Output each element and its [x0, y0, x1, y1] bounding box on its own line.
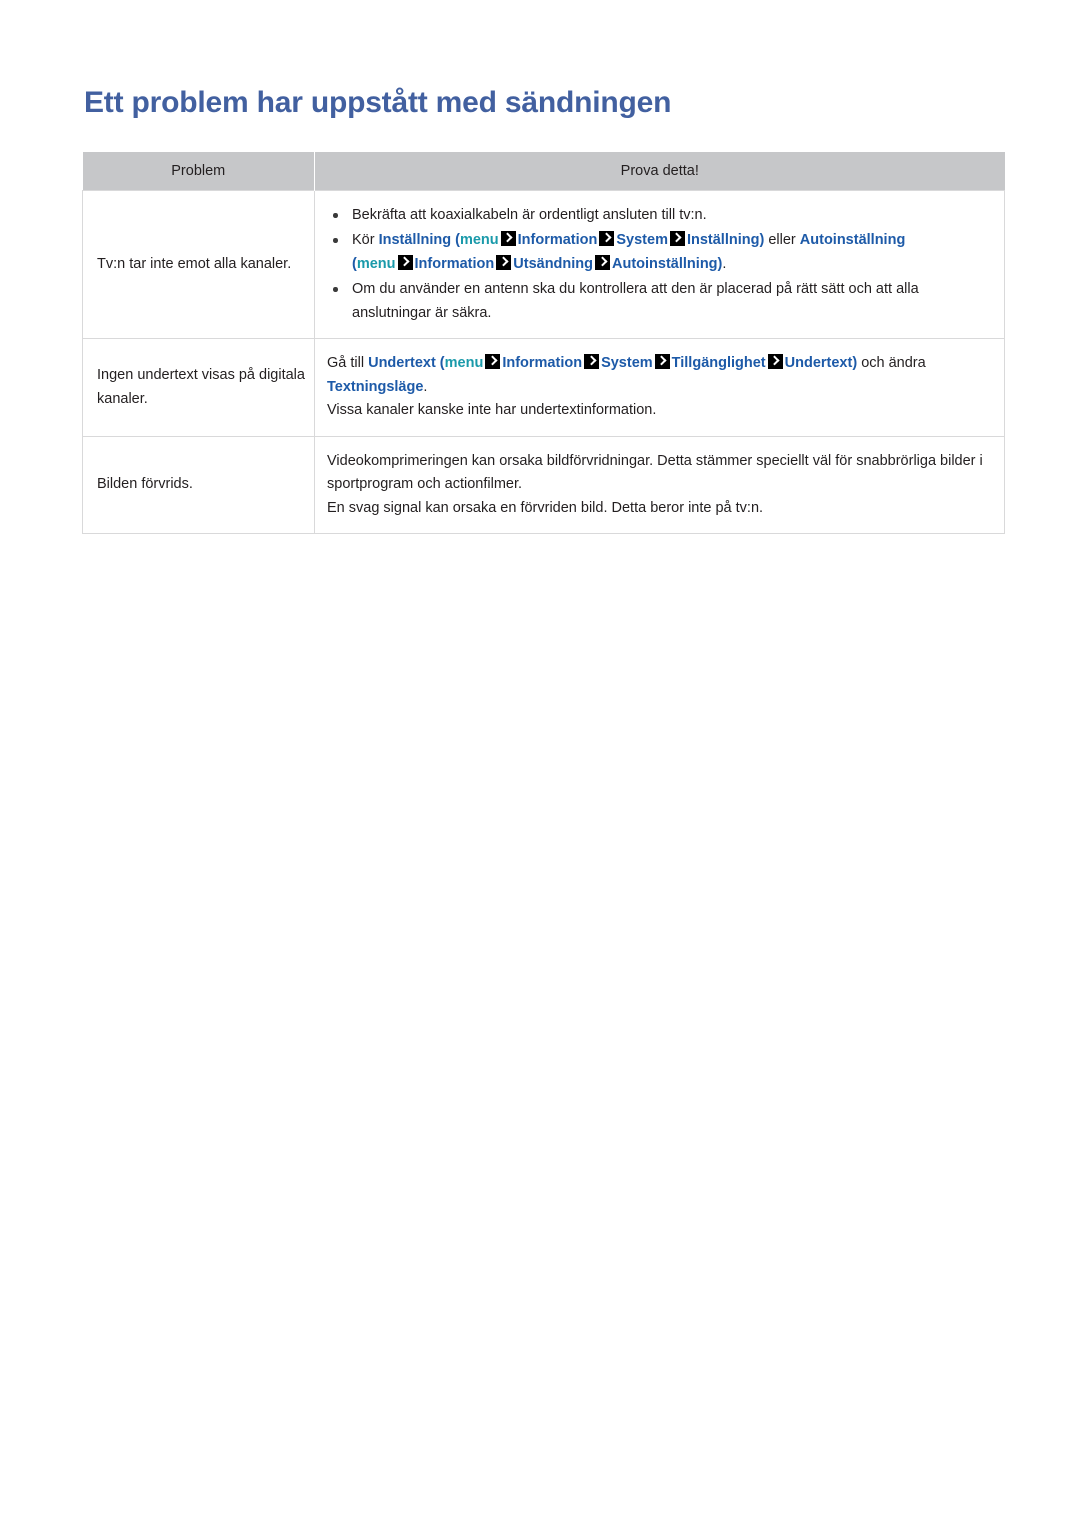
text-run-blue: Inställning	[686, 232, 760, 249]
column-header-problem: Problem	[82, 152, 315, 191]
text-run-plain: .	[423, 378, 428, 395]
solution-cell: Gå till Undertext (menu Information System…	[314, 338, 1005, 437]
problem-cell: Tv:n tar inte emot alla kanaler.	[82, 189, 315, 340]
table-header: Problem Prova detta!	[82, 152, 1005, 191]
text-run-blue: System	[616, 232, 668, 249]
text-run-blue: Tillgänglighet	[671, 355, 766, 372]
text-run-teal: menu	[459, 232, 499, 249]
chevron-right-icon	[485, 354, 501, 370]
chevron-right-icon	[599, 231, 615, 247]
chevron-right-icon	[397, 254, 413, 270]
bullet-line: Kör Inställning (menu Information System In…	[352, 231, 906, 249]
solution-cell: Bekräfta att koaxialkabeln är ordentligt…	[314, 189, 1005, 340]
solution-bullet-list: Bekräfta att koaxialkabeln är ordentligt…	[327, 204, 992, 325]
text-run-plain: Bekräfta att koaxialkabeln är ordentligt…	[352, 207, 707, 223]
text-run-plain: eller	[764, 232, 800, 249]
text-run-blue: Information	[414, 255, 495, 272]
list-item: Kör Inställning (menu Information System In…	[327, 229, 992, 276]
solution-paragraph: Videokomprimeringen kan orsaka bildförvr…	[327, 450, 992, 497]
text-run-plain: .	[722, 255, 727, 272]
bullet-line: Bekräfta att koaxialkabeln är ordentligt…	[352, 207, 707, 223]
troubleshooting-table: Problem Prova detta! Tv:n tar inte emot …	[82, 152, 1005, 535]
solution-cell: Videokomprimeringen kan orsaka bildförvr…	[314, 435, 1005, 535]
text-run-blue: Inställning	[378, 232, 452, 249]
bullet-line: (menu Information Utsändning Autoinställnin…	[352, 254, 727, 272]
chevron-right-icon	[496, 254, 512, 270]
bullet-dot-icon	[333, 213, 338, 218]
chevron-right-icon	[669, 231, 685, 247]
text-run-plain: Kör	[352, 232, 379, 249]
chevron-right-icon	[500, 231, 516, 247]
text-run-teal: menu	[444, 355, 484, 372]
text-run-teal: menu	[356, 255, 396, 272]
chevron-right-icon	[654, 354, 670, 370]
document-page: Ett problem har uppstått med sändningen …	[0, 0, 1080, 1527]
text-run-blue: Undertext	[368, 355, 436, 372]
text-run-plain: En svag signal kan orsaka en förvriden b…	[327, 499, 764, 516]
text-run-blue: Information	[517, 232, 598, 249]
table-row: Bilden förvrids. Videokomprimeringen kan …	[82, 435, 1005, 535]
chevron-right-icon	[767, 354, 783, 370]
text-run-blue: System	[601, 355, 653, 372]
text-run-blue: Autoinställning	[612, 255, 718, 272]
solution-paragraph: Vissa kanaler kanske inte har undertexti…	[327, 399, 992, 422]
table-header-row: Problem Prova detta!	[82, 152, 1005, 191]
chevron-right-icon	[595, 254, 611, 270]
list-item: Bekräfta att koaxialkabeln är ordentligt…	[327, 204, 992, 227]
text-run-plain: Om du använder en antenn ska du kontroll…	[352, 281, 919, 321]
bullet-dot-icon	[333, 238, 338, 243]
solution-paragraph: En svag signal kan orsaka en förvriden b…	[327, 497, 992, 520]
column-header-solution: Prova detta!	[314, 152, 1005, 191]
list-item: Om du använder en antenn ska du kontroll…	[327, 278, 992, 325]
text-run-plain: Videokomprimeringen kan orsaka bildförvr…	[327, 452, 983, 493]
problem-cell: Bilden förvrids.	[82, 435, 315, 535]
text-run-blue: Undertext	[784, 355, 853, 372]
bullet-dot-icon	[333, 287, 338, 292]
text-run-plain: och ändra	[857, 355, 926, 372]
page-title: Ett problem har uppstått med sändningen	[84, 86, 672, 120]
text-run-blue: Utsändning	[513, 255, 594, 272]
text-run-blue: Autoinställning	[799, 232, 906, 249]
chevron-right-icon	[584, 354, 600, 370]
text-run-blue: Information	[502, 355, 583, 372]
table-row: Tv:n tar inte emot alla kanaler. Bekräfta…	[82, 189, 1005, 340]
table-row: Ingen undertext visas på digitala kanale…	[82, 338, 1005, 437]
bullet-line: Om du använder en antenn ska du kontroll…	[352, 281, 919, 320]
text-run-plain: Gå till	[327, 355, 369, 372]
troubleshooting-table-wrapper: Problem Prova detta! Tv:n tar inte emot …	[82, 152, 1005, 535]
text-run-plain: Vissa kanaler kanske inte har undertexti…	[327, 402, 657, 419]
text-run-paren: (	[451, 232, 460, 249]
solution-paragraph: Gå till Undertext (menu Information System…	[327, 352, 992, 399]
text-run-paren: (	[435, 355, 445, 372]
problem-cell: Ingen undertext visas på digitala kanale…	[82, 338, 315, 437]
text-run-blue: Textningsläge	[327, 378, 424, 395]
table-body: Tv:n tar inte emot alla kanaler. Bekräfta…	[82, 189, 1005, 535]
